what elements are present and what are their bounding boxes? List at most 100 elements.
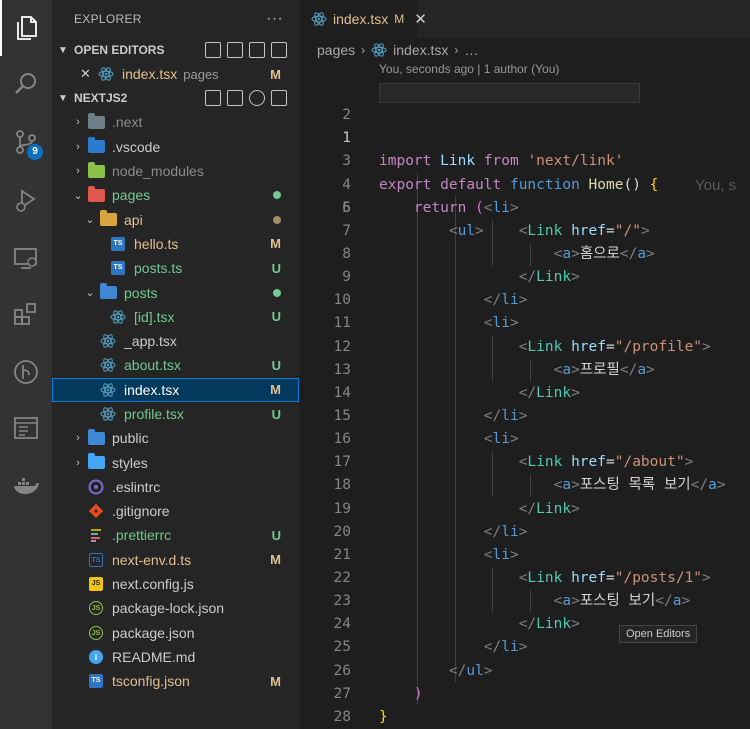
tab-index-tsx[interactable]: index.tsx M ✕ bbox=[299, 0, 427, 38]
code-line: 27 ) bbox=[299, 683, 750, 706]
code-line: 16 <li> bbox=[299, 428, 750, 451]
line-number: 14 bbox=[333, 384, 351, 401]
react-file-icon bbox=[98, 333, 118, 349]
public-folder-icon bbox=[87, 428, 105, 445]
line-number: 22 bbox=[333, 569, 351, 586]
tree-item-label: node_modules bbox=[112, 163, 204, 180]
line-number: 6 bbox=[342, 199, 351, 216]
breadcrumb-file[interactable]: index.tsx bbox=[393, 42, 448, 58]
explorer-title: EXPLORER bbox=[74, 12, 142, 26]
open-editors-section-header[interactable]: ▼ OPEN EDITORS bbox=[52, 38, 299, 62]
git-graph-icon[interactable] bbox=[0, 344, 52, 400]
more-actions-icon[interactable]: ··· bbox=[266, 10, 283, 28]
git-icon bbox=[86, 503, 106, 519]
code-line: 1 import Link from 'next/link' You, s bbox=[299, 81, 750, 194]
chevron-right-icon: › bbox=[76, 165, 80, 178]
code-line: 3 export default function Home() { bbox=[299, 127, 750, 192]
tree-item-package-json[interactable]: JS package.json bbox=[52, 621, 299, 645]
typescript-file-icon: TS bbox=[111, 236, 125, 251]
tree-item-label: hello.ts bbox=[134, 235, 179, 252]
react-file-icon bbox=[98, 382, 118, 398]
open-editors-tooltip: Open Editors bbox=[619, 625, 698, 643]
node-folder-icon bbox=[87, 161, 105, 178]
tree-item-app-tsx[interactable]: _app.tsx bbox=[52, 329, 299, 353]
explorer-icon[interactable] bbox=[0, 0, 52, 56]
refresh-icon[interactable] bbox=[249, 90, 265, 107]
code-line: 11 <li> bbox=[299, 312, 750, 335]
collapse-all-icon[interactable] bbox=[271, 90, 287, 107]
tree-item-next[interactable]: › .next bbox=[52, 110, 299, 134]
close-icon[interactable]: ✕ bbox=[80, 66, 96, 82]
git-status-badge: M bbox=[270, 673, 281, 689]
tree-item-styles[interactable]: › styles bbox=[52, 450, 299, 474]
breadcrumb-symbol[interactable]: … bbox=[464, 42, 478, 58]
tree-item-tsconfig[interactable]: TS tsconfig.json M bbox=[52, 669, 299, 693]
tree-item-next-env[interactable]: TS next-env.d.ts M bbox=[52, 548, 299, 572]
tree-item-label: styles bbox=[112, 454, 148, 471]
line-number: 12 bbox=[333, 338, 351, 355]
react-file-icon bbox=[98, 406, 118, 422]
line-number: 17 bbox=[333, 454, 351, 471]
styles-folder-icon bbox=[87, 453, 105, 470]
scm-count-badge: 9 bbox=[27, 144, 43, 160]
close-icon[interactable]: ✕ bbox=[414, 10, 427, 28]
react-file-icon bbox=[311, 11, 327, 27]
tree-item-index-tsx[interactable]: index.tsx M bbox=[52, 377, 299, 402]
chevron-down-icon: ▼ bbox=[58, 44, 68, 56]
tree-item-gitignore[interactable]: .gitignore bbox=[52, 499, 299, 523]
typescript-file-icon: TS bbox=[111, 261, 125, 276]
run-debug-icon[interactable] bbox=[0, 172, 52, 228]
new-untitled-file-icon[interactable] bbox=[205, 42, 221, 58]
save-all-icon[interactable] bbox=[227, 42, 243, 58]
codelens-authors[interactable]: You, seconds ago | 1 author (You) bbox=[379, 62, 559, 76]
tree-item-next-config[interactable]: JS next.config.js bbox=[52, 572, 299, 596]
tree-item-profile-tsx[interactable]: profile.tsx U bbox=[52, 402, 299, 426]
chevron-down-icon: ⌄ bbox=[85, 214, 95, 227]
browser-preview-icon[interactable] bbox=[0, 400, 52, 456]
tree-item-posts-folder[interactable]: ⌄ posts bbox=[52, 280, 299, 304]
line-number: 13 bbox=[333, 361, 351, 378]
tree-item-posts-ts[interactable]: TS posts.ts U bbox=[52, 256, 299, 280]
new-folder-icon[interactable] bbox=[227, 90, 243, 107]
tree-item-package-lock[interactable]: JS package-lock.json bbox=[52, 596, 299, 620]
tree-item-hello-ts[interactable]: TS hello.ts M bbox=[52, 232, 299, 256]
tree-item-vscode[interactable]: › .vscode bbox=[52, 135, 299, 159]
project-section-header[interactable]: ▼ NEXTJS2 bbox=[52, 86, 299, 110]
code-line: 6 <li> bbox=[299, 197, 750, 220]
tree-item-public[interactable]: › public bbox=[52, 426, 299, 450]
chevron-down-icon: ⌄ bbox=[73, 189, 83, 202]
code-line: 4 return ( bbox=[299, 150, 750, 216]
search-icon[interactable] bbox=[0, 56, 52, 112]
code-line: 8 <a>홈으로</a> bbox=[299, 243, 750, 266]
git-status-badge: M bbox=[270, 382, 281, 398]
breadcrumb-folder[interactable]: pages bbox=[317, 42, 355, 58]
tree-item-id-tsx[interactable]: [id].tsx U bbox=[52, 305, 299, 329]
open-editor-item[interactable]: ✕ index.tsx pages M bbox=[52, 62, 299, 86]
tree-item-api[interactable]: ⌄ api bbox=[52, 207, 299, 231]
tree-item-node-modules[interactable]: › node_modules bbox=[52, 159, 299, 183]
close-all-editors-icon[interactable] bbox=[271, 42, 287, 58]
tree-item-pages[interactable]: ⌄ pages bbox=[52, 183, 299, 207]
docker-icon[interactable] bbox=[0, 458, 52, 514]
toggle-vertical-layout-icon[interactable] bbox=[249, 42, 265, 58]
line-number: 2 bbox=[342, 107, 351, 124]
tree-item-readme[interactable]: i README.md bbox=[52, 645, 299, 669]
tree-item-label: package.json bbox=[112, 624, 195, 641]
open-editor-folder: pages bbox=[183, 66, 219, 82]
line-number: 24 bbox=[333, 616, 351, 633]
new-file-icon[interactable] bbox=[205, 90, 221, 107]
tree-item-prettierrc[interactable]: .prettierrc U bbox=[52, 523, 299, 547]
remote-explorer-icon[interactable] bbox=[0, 230, 52, 286]
chevron-right-icon: › bbox=[454, 43, 459, 57]
source-control-icon[interactable]: 9 bbox=[0, 114, 52, 170]
tsconfig-icon: TS bbox=[89, 674, 103, 689]
tab-status: M bbox=[394, 12, 405, 26]
git-status-dot bbox=[273, 215, 281, 224]
extensions-icon[interactable] bbox=[0, 286, 52, 342]
tree-item-about-tsx[interactable]: about.tsx U bbox=[52, 353, 299, 377]
git-status-badge: M bbox=[270, 552, 281, 568]
code-line: 19 </Link> bbox=[299, 498, 750, 521]
line-number: 15 bbox=[333, 407, 351, 424]
info-icon: i bbox=[89, 649, 103, 664]
tree-item-eslintrc[interactable]: .eslintrc bbox=[52, 475, 299, 499]
